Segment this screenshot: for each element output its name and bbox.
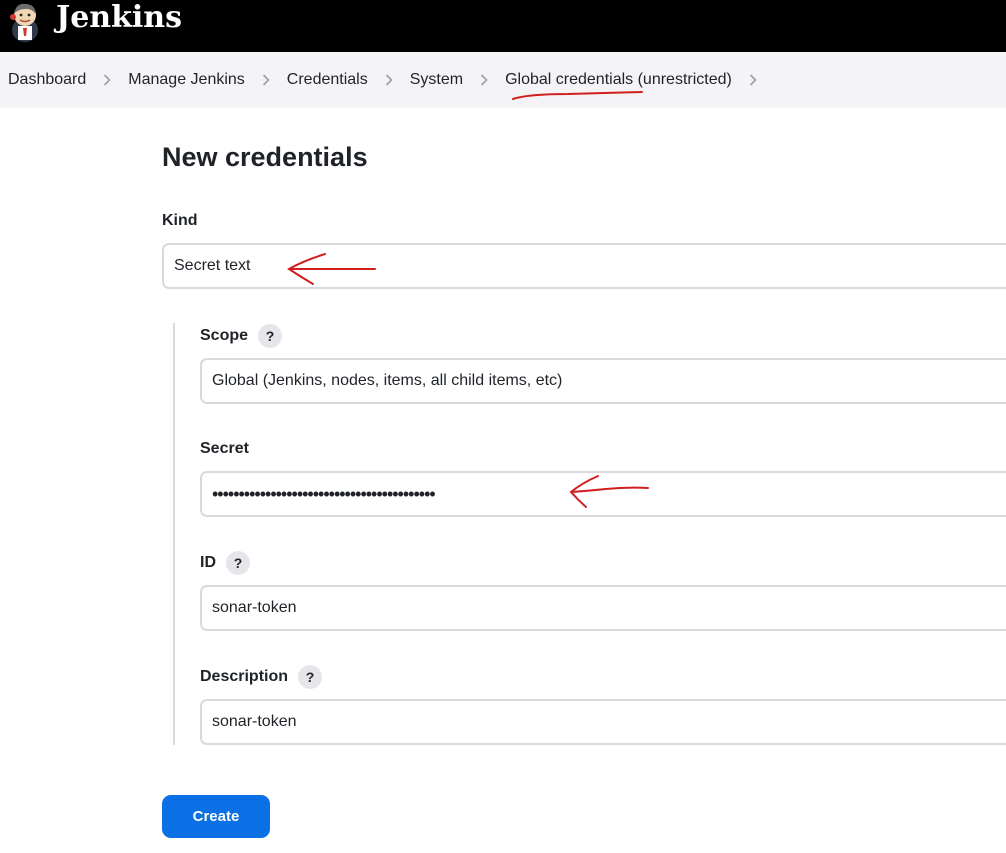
id-label: ID ? xyxy=(200,551,250,575)
id-label-text: ID xyxy=(200,554,216,571)
breadcrumb-manage-jenkins[interactable]: Manage Jenkins xyxy=(128,71,245,89)
brand-title[interactable]: Jenkins xyxy=(56,0,182,36)
breadcrumb: Dashboard Manage Jenkins Credentials Sys… xyxy=(0,52,1006,108)
kind-label-text: Kind xyxy=(162,212,198,229)
scope-label-text: Scope xyxy=(200,327,249,344)
description-input[interactable]: sonar-token xyxy=(200,699,1006,745)
nested-section-rail xyxy=(173,323,175,745)
chevron-right-icon[interactable] xyxy=(732,70,774,90)
breadcrumb-credentials[interactable]: Credentials xyxy=(287,71,368,89)
breadcrumb-system[interactable]: System xyxy=(410,71,463,89)
secret-input-value: ••••••••••••••••••••••••••••••••••••••••… xyxy=(212,483,436,504)
page-title: New credentials xyxy=(162,142,368,172)
scope-select[interactable]: Global (Jenkins, nodes, items, all child… xyxy=(200,358,1006,404)
id-help-icon[interactable]: ? xyxy=(226,551,250,575)
chevron-right-icon xyxy=(463,70,505,90)
kind-select[interactable]: Secret text xyxy=(162,243,1006,289)
secret-input[interactable]: ••••••••••••••••••••••••••••••••••••••••… xyxy=(200,471,1006,517)
description-input-value: sonar-token xyxy=(212,713,297,730)
create-button[interactable]: Create xyxy=(162,795,270,838)
description-label-text: Description xyxy=(200,668,289,685)
breadcrumb-dashboard[interactable]: Dashboard xyxy=(8,71,86,89)
chevron-right-icon xyxy=(368,70,410,90)
kind-label: Kind xyxy=(162,212,198,230)
kind-select-value: Secret text xyxy=(174,257,251,274)
chevron-right-icon xyxy=(86,70,128,90)
id-input-value: sonar-token xyxy=(212,599,297,616)
scope-select-value: Global (Jenkins, nodes, items, all child… xyxy=(212,372,563,389)
description-label: Description ? xyxy=(200,665,323,689)
description-help-icon[interactable]: ? xyxy=(298,665,323,689)
jenkins-logo-icon[interactable] xyxy=(4,0,46,44)
secret-label: Secret xyxy=(200,440,249,458)
top-header: Jenkins xyxy=(0,0,1006,52)
breadcrumb-global-credentials[interactable]: Global credentials (unrestricted) xyxy=(505,71,732,89)
scope-help-icon[interactable]: ? xyxy=(258,324,283,348)
id-input[interactable]: sonar-token xyxy=(200,585,1006,631)
chevron-right-icon xyxy=(245,70,287,90)
scope-label: Scope ? xyxy=(200,324,283,348)
secret-label-text: Secret xyxy=(200,440,249,457)
